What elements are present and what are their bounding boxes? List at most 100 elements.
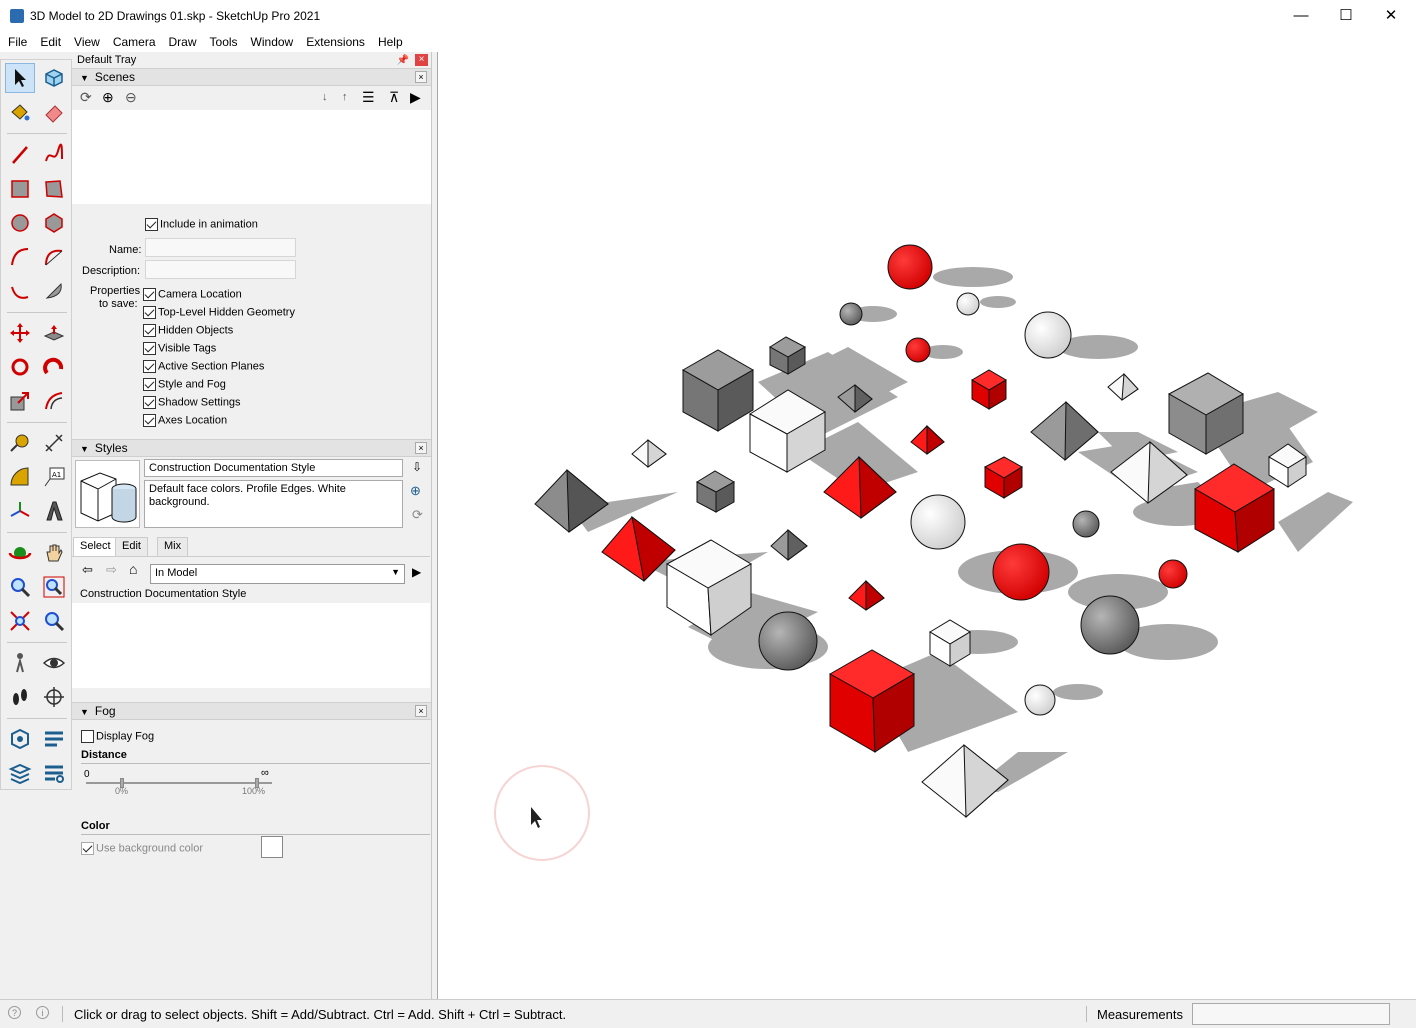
arc-icon[interactable] xyxy=(5,242,35,272)
offset-icon[interactable] xyxy=(39,386,69,416)
property-hidden-geometry[interactable]: Top-Level Hidden Geometry xyxy=(143,306,295,319)
menu-draw[interactable]: Draw xyxy=(161,35,202,49)
gray-cube[interactable] xyxy=(681,349,755,432)
move-icon[interactable] xyxy=(5,318,35,348)
extension-manager-icon[interactable] xyxy=(39,758,69,788)
menu-window[interactable]: Window xyxy=(243,35,299,49)
add-scene-icon[interactable]: ⊕ xyxy=(102,90,114,104)
menu-edit[interactable]: Edit xyxy=(32,35,66,49)
gray-pyramid[interactable] xyxy=(770,528,808,561)
maximize-button[interactable]: ☐ xyxy=(1323,0,1369,31)
property-camera-location[interactable]: Camera Location xyxy=(143,288,242,301)
follow-me-icon[interactable] xyxy=(39,352,69,382)
property-section-planes[interactable]: Active Section Planes xyxy=(143,360,264,373)
measurements-field[interactable] xyxy=(1192,1003,1390,1025)
update-style-icon[interactable]: ⟳ xyxy=(412,508,423,522)
details-arrow-icon[interactable]: ▶ xyxy=(410,90,421,104)
eraser-icon[interactable] xyxy=(39,97,69,127)
gray-sphere[interactable] xyxy=(758,611,818,671)
menu-camera[interactable]: Camera xyxy=(105,35,161,49)
model-viewport[interactable] xyxy=(437,52,1416,999)
white-sphere[interactable] xyxy=(910,494,966,550)
property-visible-tags[interactable]: Visible Tags xyxy=(143,342,216,355)
menu-view[interactable]: View xyxy=(66,35,105,49)
menu-extensions[interactable]: Extensions xyxy=(298,35,370,49)
forward-arrow-icon[interactable]: ⇨ xyxy=(106,563,117,577)
hidden-geometry-checkbox[interactable] xyxy=(143,306,156,319)
zoom-icon[interactable] xyxy=(5,572,35,602)
scene-name-field[interactable] xyxy=(145,238,296,257)
dimension-icon[interactable] xyxy=(39,428,69,458)
paint-bucket-icon[interactable] xyxy=(5,97,35,127)
red-pyramid[interactable] xyxy=(848,579,885,611)
white-pyramid[interactable] xyxy=(921,743,1009,819)
position-camera-icon[interactable] xyxy=(5,648,35,678)
property-shadow-settings[interactable]: Shadow Settings xyxy=(143,396,241,409)
axes-icon[interactable] xyxy=(5,496,35,526)
look-around-icon[interactable] xyxy=(39,648,69,678)
geo-location-icon[interactable]: ? xyxy=(8,1006,21,1019)
red-pyramid[interactable] xyxy=(910,424,945,455)
orbit-icon[interactable] xyxy=(5,538,35,568)
red-sphere[interactable] xyxy=(905,337,931,363)
axes-location-checkbox[interactable] xyxy=(143,414,156,427)
zoom-extents-icon[interactable] xyxy=(5,606,35,636)
two-point-arc-icon[interactable] xyxy=(39,242,69,272)
white-sphere[interactable] xyxy=(1024,311,1072,359)
text-tool-icon[interactable]: A1 xyxy=(39,462,69,492)
red-sphere[interactable] xyxy=(992,543,1050,601)
style-description-field[interactable]: Default face colors. Profile Edges. Whit… xyxy=(144,480,403,528)
display-fog-checkbox[interactable] xyxy=(81,730,94,743)
create-style-icon[interactable]: ⇩ xyxy=(412,460,422,474)
3d-text-icon[interactable] xyxy=(39,496,69,526)
add-style-icon[interactable]: ⊕ xyxy=(410,484,421,498)
update-scene-icon[interactable]: ⟳ xyxy=(80,90,92,104)
3d-warehouse-icon[interactable] xyxy=(5,724,35,754)
hidden-objects-checkbox[interactable] xyxy=(143,324,156,337)
view-options-icon[interactable]: ☰ xyxy=(362,90,375,104)
include-animation-row[interactable]: Include in animation xyxy=(145,218,258,231)
scene-description-field[interactable] xyxy=(145,260,296,279)
protractor-icon[interactable] xyxy=(5,462,35,492)
pan-icon[interactable] xyxy=(39,538,69,568)
fog-color-swatch[interactable] xyxy=(261,836,283,858)
push-pull-icon[interactable] xyxy=(39,318,69,348)
gray-sphere[interactable] xyxy=(839,302,863,326)
shadow-settings-checkbox[interactable] xyxy=(143,396,156,409)
style-list-label[interactable]: Construction Documentation Style xyxy=(80,588,246,600)
walk-icon[interactable] xyxy=(5,682,35,712)
section-plane-icon[interactable] xyxy=(39,682,69,712)
scenes-close-icon[interactable]: × xyxy=(415,71,427,83)
polygon-icon[interactable] xyxy=(39,208,69,238)
scenes-panel-header[interactable]: ▼ Scenes × xyxy=(72,68,431,86)
freehand-icon[interactable] xyxy=(39,140,69,170)
include-animation-checkbox[interactable] xyxy=(145,218,158,231)
tab-select[interactable]: Select xyxy=(73,537,118,556)
white-pyramid[interactable] xyxy=(1107,372,1139,402)
section-planes-checkbox[interactable] xyxy=(143,360,156,373)
gray-sphere[interactable] xyxy=(1080,595,1140,655)
scene-list[interactable] xyxy=(72,110,431,204)
back-arrow-icon[interactable]: ⇦ xyxy=(82,563,93,577)
white-sphere[interactable] xyxy=(956,292,980,316)
make-component-icon[interactable] xyxy=(39,63,69,93)
move-scene-down-icon[interactable]: ↓ xyxy=(322,90,328,104)
tab-mix[interactable]: Mix xyxy=(157,537,189,556)
red-sphere[interactable] xyxy=(1158,559,1188,589)
style-name-field[interactable]: Construction Documentation Style xyxy=(144,459,403,477)
rotated-rectangle-icon[interactable] xyxy=(39,174,69,204)
gray-sphere[interactable] xyxy=(1072,510,1100,538)
hide-details-icon[interactable]: ⊼ xyxy=(389,90,399,104)
select-tool-icon[interactable] xyxy=(5,63,35,93)
fog-slider-track[interactable] xyxy=(86,782,272,784)
style-list[interactable] xyxy=(72,603,430,688)
pin-icon[interactable]: 📌 xyxy=(397,53,409,69)
red-cube[interactable] xyxy=(971,369,1007,410)
move-scene-up-icon[interactable]: ↑ xyxy=(342,90,348,104)
remove-scene-icon[interactable]: ⊖ xyxy=(125,90,137,104)
extension-warehouse-icon[interactable] xyxy=(39,724,69,754)
minimize-button[interactable]: — xyxy=(1278,0,1324,31)
styles-panel-header[interactable]: ▼ Styles × xyxy=(72,439,431,457)
credits-icon[interactable]: i xyxy=(36,1006,49,1019)
send-to-layout-icon[interactable] xyxy=(5,758,35,788)
